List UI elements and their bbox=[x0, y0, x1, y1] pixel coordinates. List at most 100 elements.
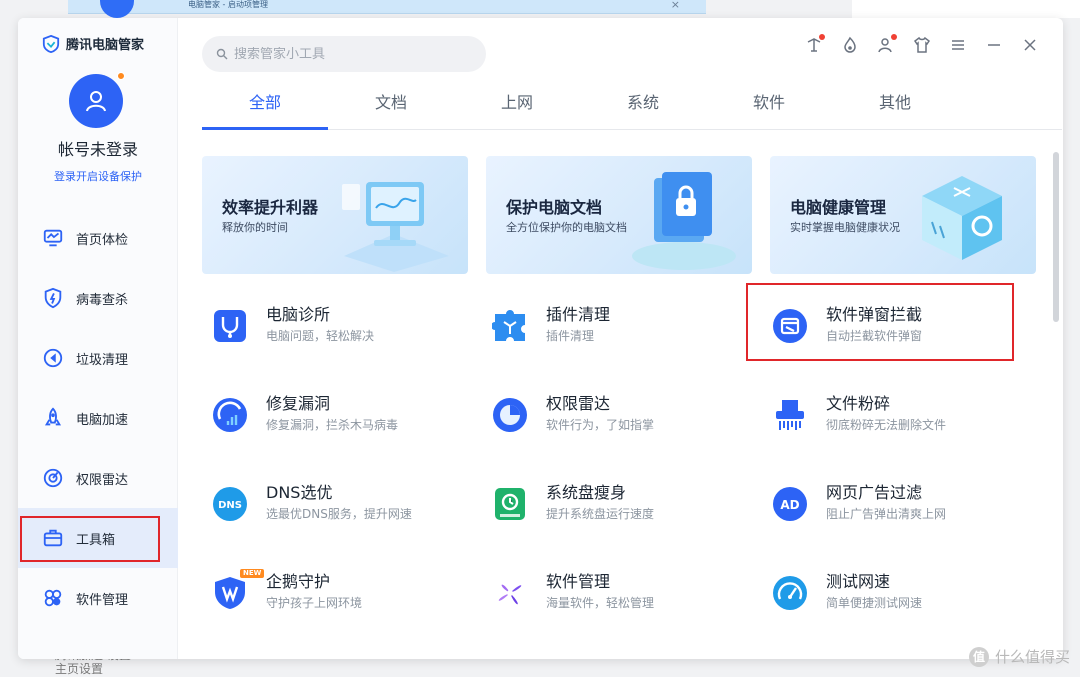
broom-icon bbox=[43, 348, 63, 368]
tab-internet[interactable]: 上网 bbox=[454, 78, 580, 129]
search-input[interactable] bbox=[234, 46, 454, 62]
tool-name: 插件清理 bbox=[546, 305, 611, 324]
close-icon bbox=[1024, 39, 1036, 51]
ad-icon-text: AD bbox=[780, 498, 799, 512]
tab-other[interactable]: 其他 bbox=[832, 78, 958, 129]
tool-name: 文件粉碎 bbox=[826, 394, 891, 413]
tool-penguin-guard[interactable]: NEW 企鹅守护守护孩子上网环境 bbox=[202, 565, 482, 654]
sidebar-item-label: 病毒查杀 bbox=[76, 292, 129, 308]
sidebar-item-label: 权限雷达 bbox=[76, 472, 129, 488]
tool-desc: 提升系统盘运行速度 bbox=[546, 507, 655, 521]
tool-desc: 阻止广告弹出清爽上网 bbox=[826, 507, 947, 521]
tool-plugin-cleanup[interactable]: 插件清理 插件清理 bbox=[482, 298, 762, 387]
pc-manager-window: 腾讯电脑管家 帐号未登录 登录开启设备保护 首页体检 病毒查杀 垃圾清理 电脑加… bbox=[18, 18, 1063, 659]
speedometer-icon bbox=[773, 576, 807, 610]
category-tabs: 全部 文档 上网 系统 软件 其他 bbox=[202, 78, 1062, 130]
document-lock-illustration-icon bbox=[632, 172, 736, 270]
tab-documents[interactable]: 文档 bbox=[328, 78, 454, 129]
avatar[interactable] bbox=[69, 74, 123, 128]
cube-illustration-icon bbox=[922, 176, 1002, 260]
skin-notify-button[interactable] bbox=[803, 34, 825, 56]
tool-name: 电脑诊所 bbox=[266, 305, 331, 324]
background-window-titlebar: 电脑管家 - 启动项管理 × bbox=[68, 0, 706, 14]
sidebar-item-speedup[interactable]: 电脑加速 bbox=[18, 388, 178, 448]
tool-name: 系统盘瘦身 bbox=[546, 483, 627, 502]
scrollbar-thumb[interactable] bbox=[1053, 152, 1059, 322]
tool-permission-radar[interactable]: 权限雷达软件行为，了如指掌 bbox=[482, 387, 762, 476]
tool-name: 软件管理 bbox=[546, 572, 611, 591]
penguin-guard-icon-wrap: NEW bbox=[212, 569, 265, 611]
banner-health[interactable]: 电脑健康管理 实时掌握电脑健康状况 bbox=[770, 156, 1036, 274]
sidebar-item-checkup[interactable]: 首页体检 bbox=[18, 208, 178, 268]
tool-speed-test[interactable]: 测试网速 简单便捷测试网速 bbox=[762, 565, 1042, 654]
flame-button[interactable] bbox=[839, 34, 861, 56]
shield-logo-icon bbox=[42, 34, 60, 53]
banner-subtitle: 全方位保护你的电脑文档 bbox=[506, 221, 627, 234]
menu-icon bbox=[952, 40, 964, 50]
tool-name: 网页广告过滤 bbox=[826, 483, 923, 502]
tool-software-manager[interactable]: 软件管理 海量软件，轻松管理 bbox=[482, 565, 762, 654]
monitor-icon bbox=[43, 229, 63, 247]
tool-name: 企鹅守护 bbox=[266, 572, 331, 591]
sidebar-item-permission-radar[interactable]: 权限雷达 bbox=[18, 448, 178, 508]
banner-efficiency[interactable]: 效率提升利器 释放你的时间 bbox=[202, 156, 468, 274]
watermark: 值 什么值得买 bbox=[968, 646, 1070, 667]
tool-dns-optimize[interactable]: DNS DNS选优 选最优DNS服务，提升网速 bbox=[202, 476, 482, 565]
sidebar-item-label: 首页体检 bbox=[76, 232, 129, 248]
notification-dot bbox=[891, 34, 897, 40]
tool-desc: 简单便捷测试网速 bbox=[826, 596, 923, 610]
tool-ad-filter[interactable]: AD 网页广告过滤阻止广告弹出清爽上网 bbox=[762, 476, 1042, 565]
tool-desc: 守护孩子上网环境 bbox=[266, 596, 363, 610]
close-button[interactable] bbox=[1019, 34, 1041, 56]
sidebar-item-antivirus[interactable]: 病毒查杀 bbox=[18, 268, 178, 328]
ad-filter-icon: AD bbox=[773, 487, 807, 521]
shredder-icon bbox=[776, 400, 804, 430]
menu-button[interactable] bbox=[947, 34, 969, 56]
tab-all[interactable]: 全部 bbox=[202, 78, 328, 130]
banner-documents[interactable]: 保护电脑文档 全方位保护你的电脑文档 bbox=[486, 156, 752, 274]
sidebar-item-label: 垃圾清理 bbox=[76, 352, 129, 368]
toolbox-icon bbox=[43, 529, 63, 547]
watermark-text: 什么值得买 bbox=[994, 648, 1070, 666]
dns-icon-text: DNS bbox=[218, 500, 242, 511]
flame-icon bbox=[844, 36, 856, 53]
tool-popup-blocker[interactable]: 软件弹窗拦截 自动拦截软件弹窗 bbox=[746, 283, 1042, 387]
patch-icon bbox=[213, 398, 247, 432]
tab-software[interactable]: 软件 bbox=[706, 78, 832, 129]
notification-dot bbox=[117, 72, 125, 80]
tool-file-shredder[interactable]: 文件粉碎 彻底粉碎无法删除文件 bbox=[762, 387, 1042, 476]
radar-icon bbox=[493, 398, 527, 432]
tab-system[interactable]: 系统 bbox=[580, 78, 706, 129]
background-strip bbox=[852, 0, 1080, 18]
tool-pc-clinic[interactable]: 电脑诊所 电脑问题，轻松解决 bbox=[202, 298, 482, 387]
sidebar-item-toolbox[interactable]: 工具箱 bbox=[18, 508, 178, 568]
tool-name: 权限雷达 bbox=[546, 394, 611, 413]
monitor-illustration-icon bbox=[342, 182, 449, 272]
search-icon bbox=[216, 48, 228, 60]
notification-dot bbox=[819, 34, 825, 40]
account-name: 帐号未登录 bbox=[57, 140, 138, 159]
tool-name: DNS选优 bbox=[266, 483, 333, 502]
rocket-icon bbox=[44, 407, 62, 426]
tool-system-disk-slim[interactable]: 系统盘瘦身提升系统盘运行速度 bbox=[482, 476, 762, 565]
banner-subtitle: 释放你的时间 bbox=[222, 221, 288, 234]
sidebar-nav: 首页体检 病毒查杀 垃圾清理 电脑加速 权限雷达 工具箱 软件管理 bbox=[18, 208, 178, 628]
login-link[interactable]: 登录开启设备保护 bbox=[18, 168, 178, 184]
tool-row: 修复漏洞 修复漏洞，拦杀木马病毒 权限雷达软件行为，了如指掌 文件粉碎 彻底粉碎无法… bbox=[202, 387, 1042, 476]
sidebar-item-software[interactable]: 软件管理 bbox=[18, 568, 178, 628]
tool-desc: 软件行为，了如指掌 bbox=[546, 418, 655, 432]
background-avatar bbox=[100, 0, 134, 18]
user-button[interactable] bbox=[875, 34, 897, 56]
tool-row: 电脑诊所 电脑问题，轻松解决 插件清理 插件清理 软件弹窗拦截 自动拦截软件弹窗 bbox=[202, 283, 1042, 387]
sidebar-item-cleanup[interactable]: 垃圾清理 bbox=[18, 328, 178, 388]
background-close-icon[interactable]: × bbox=[671, 0, 680, 11]
scrollbar[interactable] bbox=[1053, 148, 1059, 648]
tool-fix-vulnerabilities[interactable]: 修复漏洞 修复漏洞，拦杀木马病毒 bbox=[202, 387, 482, 476]
shield-icon bbox=[44, 287, 62, 309]
skin-button[interactable] bbox=[911, 34, 933, 56]
search-bar[interactable] bbox=[202, 36, 486, 72]
tool-desc: 修复漏洞，拦杀木马病毒 bbox=[266, 418, 399, 432]
minimize-button[interactable] bbox=[983, 34, 1005, 56]
background-text-2: 主页设置 bbox=[55, 662, 104, 676]
stethoscope-icon bbox=[214, 310, 246, 342]
